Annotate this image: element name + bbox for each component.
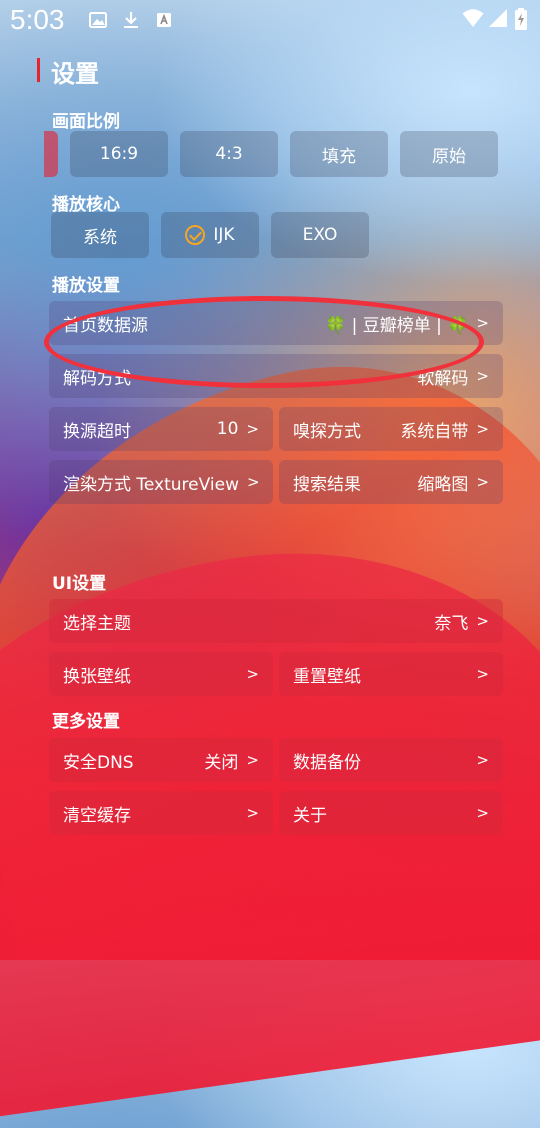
chevron-right-icon: > bbox=[476, 751, 489, 769]
section-ui-settings: UI设置 bbox=[52, 574, 107, 594]
wifi-icon bbox=[462, 9, 484, 27]
change-wallpaper-label: 换张壁纸 bbox=[63, 666, 131, 687]
about-label: 关于 bbox=[293, 805, 327, 826]
source-timeout-label: 换源超时 bbox=[63, 421, 131, 442]
section-playback-settings: 播放设置 bbox=[52, 276, 120, 296]
core-option-ijk[interactable]: IJK bbox=[161, 212, 259, 258]
download-icon bbox=[124, 12, 138, 28]
search-result-row[interactable]: 搜索结果 缩略图 > bbox=[279, 460, 503, 504]
chevron-right-icon: > bbox=[246, 473, 260, 491]
chevron-right-icon: > bbox=[476, 420, 489, 438]
chevron-right-icon: > bbox=[246, 804, 259, 822]
section-more-settings: 更多设置 bbox=[52, 712, 120, 732]
reset-wallpaper-label: 重置壁纸 bbox=[293, 666, 361, 687]
aspect-option-4-3[interactable]: 4:3 bbox=[180, 131, 278, 177]
selected-check-icon bbox=[185, 225, 206, 245]
select-theme-label: 选择主题 bbox=[63, 613, 131, 634]
sniff-method-label: 嗅探方式 bbox=[293, 421, 361, 442]
secure-dns-label: 安全DNS bbox=[63, 752, 134, 773]
status-time: 5:03 bbox=[10, 4, 65, 35]
chevron-right-icon: > bbox=[476, 665, 489, 683]
battery-icon bbox=[515, 8, 527, 30]
chevron-right-icon: > bbox=[246, 665, 259, 683]
core-option-ijk-label: IJK bbox=[213, 225, 235, 245]
aspect-option-original[interactable]: 原始 bbox=[400, 131, 498, 177]
render-method-label: 渲染方式 TextureView bbox=[63, 474, 239, 495]
status-bar: 5:03 bbox=[0, 0, 540, 44]
data-backup-label: 数据备份 bbox=[293, 752, 361, 773]
select-theme-value: 奈飞 bbox=[434, 613, 469, 634]
secure-dns-value: 关闭 bbox=[204, 752, 239, 773]
render-method-row[interactable]: 渲染方式 TextureView > bbox=[49, 460, 273, 504]
clear-cache-row[interactable]: 清空缓存 > bbox=[49, 791, 273, 835]
chevron-right-icon: > bbox=[476, 367, 489, 385]
secure-dns-row[interactable]: 安全DNS 关闭 > bbox=[49, 738, 273, 782]
section-aspect-ratio: 画面比例 bbox=[52, 112, 120, 132]
search-result-value: 缩略图 bbox=[417, 474, 469, 495]
chevron-right-icon: > bbox=[476, 473, 489, 491]
annotation-ellipse bbox=[44, 296, 484, 388]
title-accent-bar bbox=[37, 58, 40, 82]
source-timeout-value: 10 bbox=[216, 419, 239, 439]
aspect-option-16-9[interactable]: 16:9 bbox=[70, 131, 168, 177]
data-backup-row[interactable]: 数据备份 > bbox=[279, 738, 503, 782]
search-result-label: 搜索结果 bbox=[293, 474, 361, 495]
sniff-method-row[interactable]: 嗅探方式 系统自带 > bbox=[279, 407, 503, 451]
aspect-option-partial[interactable] bbox=[44, 131, 58, 177]
about-row[interactable]: 关于 > bbox=[279, 791, 503, 835]
clear-cache-label: 清空缓存 bbox=[63, 805, 131, 826]
select-theme-row[interactable]: 选择主题 奈飞 > bbox=[49, 599, 503, 643]
chevron-right-icon: > bbox=[246, 751, 259, 769]
aspect-option-fill[interactable]: 填充 bbox=[290, 131, 388, 177]
reset-wallpaper-row[interactable]: 重置壁纸 > bbox=[279, 652, 503, 696]
sniff-method-value: 系统自带 bbox=[400, 421, 469, 442]
chevron-right-icon: > bbox=[476, 804, 489, 822]
chevron-right-icon: > bbox=[476, 314, 489, 332]
chevron-right-icon: > bbox=[476, 612, 489, 630]
page-title: 设置 bbox=[51, 60, 99, 88]
gallery-icon bbox=[89, 12, 107, 28]
cellular-signal-icon bbox=[489, 9, 507, 27]
core-option-exo[interactable]: EXO bbox=[271, 212, 369, 258]
source-timeout-row[interactable]: 换源超时 10 > bbox=[49, 407, 273, 451]
change-wallpaper-row[interactable]: 换张壁纸 > bbox=[49, 652, 273, 696]
chevron-right-icon: > bbox=[246, 420, 259, 438]
font-icon bbox=[157, 13, 171, 27]
core-option-system[interactable]: 系统 bbox=[51, 212, 149, 258]
